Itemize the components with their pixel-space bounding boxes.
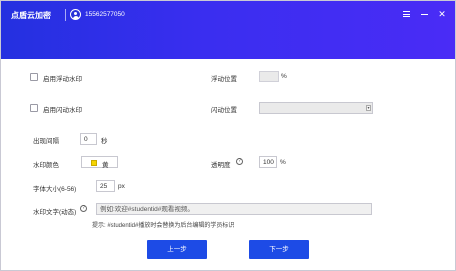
color-value: 黄 — [102, 162, 109, 169]
font-size-input[interactable]: 25 — [96, 180, 115, 192]
main-window: 点盾云加密 15562577050 ✕ 启用浮动水印 浮动位置 % 启用闪动水印… — [0, 0, 456, 271]
user-icon — [70, 9, 81, 20]
float-position-input[interactable] — [259, 71, 279, 82]
opacity-unit: % — [280, 159, 286, 166]
float-position-label: 浮动位置 — [211, 76, 237, 83]
color-label: 水印颜色 — [33, 162, 59, 169]
font-size-label: 字体大小(6-56) — [33, 186, 77, 193]
float-watermark-label: 启用浮动水印 — [43, 76, 82, 83]
watermark-text-help-icon[interactable]: ? — [80, 205, 87, 212]
account-phone: 15562577050 — [85, 11, 125, 18]
menu-icon[interactable] — [401, 8, 413, 20]
close-icon[interactable]: ✕ — [436, 8, 448, 20]
interval-input[interactable]: 0 — [80, 133, 97, 145]
app-title: 点盾云加密 — [11, 11, 51, 20]
opacity-label: 透明度 — [211, 162, 231, 169]
interval-label: 出现间隔 — [33, 138, 59, 145]
next-button[interactable]: 下一步 — [249, 240, 309, 259]
opacity-help-icon[interactable]: ? — [236, 158, 243, 165]
color-select[interactable]: 黄 — [81, 156, 118, 169]
font-size-unit: px — [118, 183, 125, 190]
prev-button[interactable]: 上一步 — [147, 240, 207, 259]
float-watermark-checkbox[interactable] — [30, 73, 38, 81]
interval-unit: 秒 — [101, 138, 108, 145]
hint-text: 提示: #studentid#播放时会替换为后台编辑的学员标识 — [92, 223, 235, 229]
flash-watermark-label: 启用闪动水印 — [43, 107, 82, 114]
opacity-input[interactable]: 100 — [259, 156, 277, 168]
watermark-text-input[interactable]: 例如:欢迎#studentid#观看视频。 — [96, 203, 372, 215]
title-bar: 点盾云加密 15562577050 ✕ — [1, 1, 455, 59]
minimize-icon[interactable] — [419, 8, 431, 20]
flash-watermark-checkbox[interactable] — [30, 104, 38, 112]
chevron-down-icon: ▾ — [366, 105, 371, 111]
watermark-text-label: 水印文字(动态) — [33, 209, 77, 216]
color-swatch — [91, 160, 97, 166]
title-separator — [65, 9, 66, 21]
flash-position-label: 闪动位置 — [211, 107, 237, 114]
flash-position-select[interactable]: ▾ — [259, 102, 373, 114]
float-position-unit: % — [281, 73, 287, 80]
